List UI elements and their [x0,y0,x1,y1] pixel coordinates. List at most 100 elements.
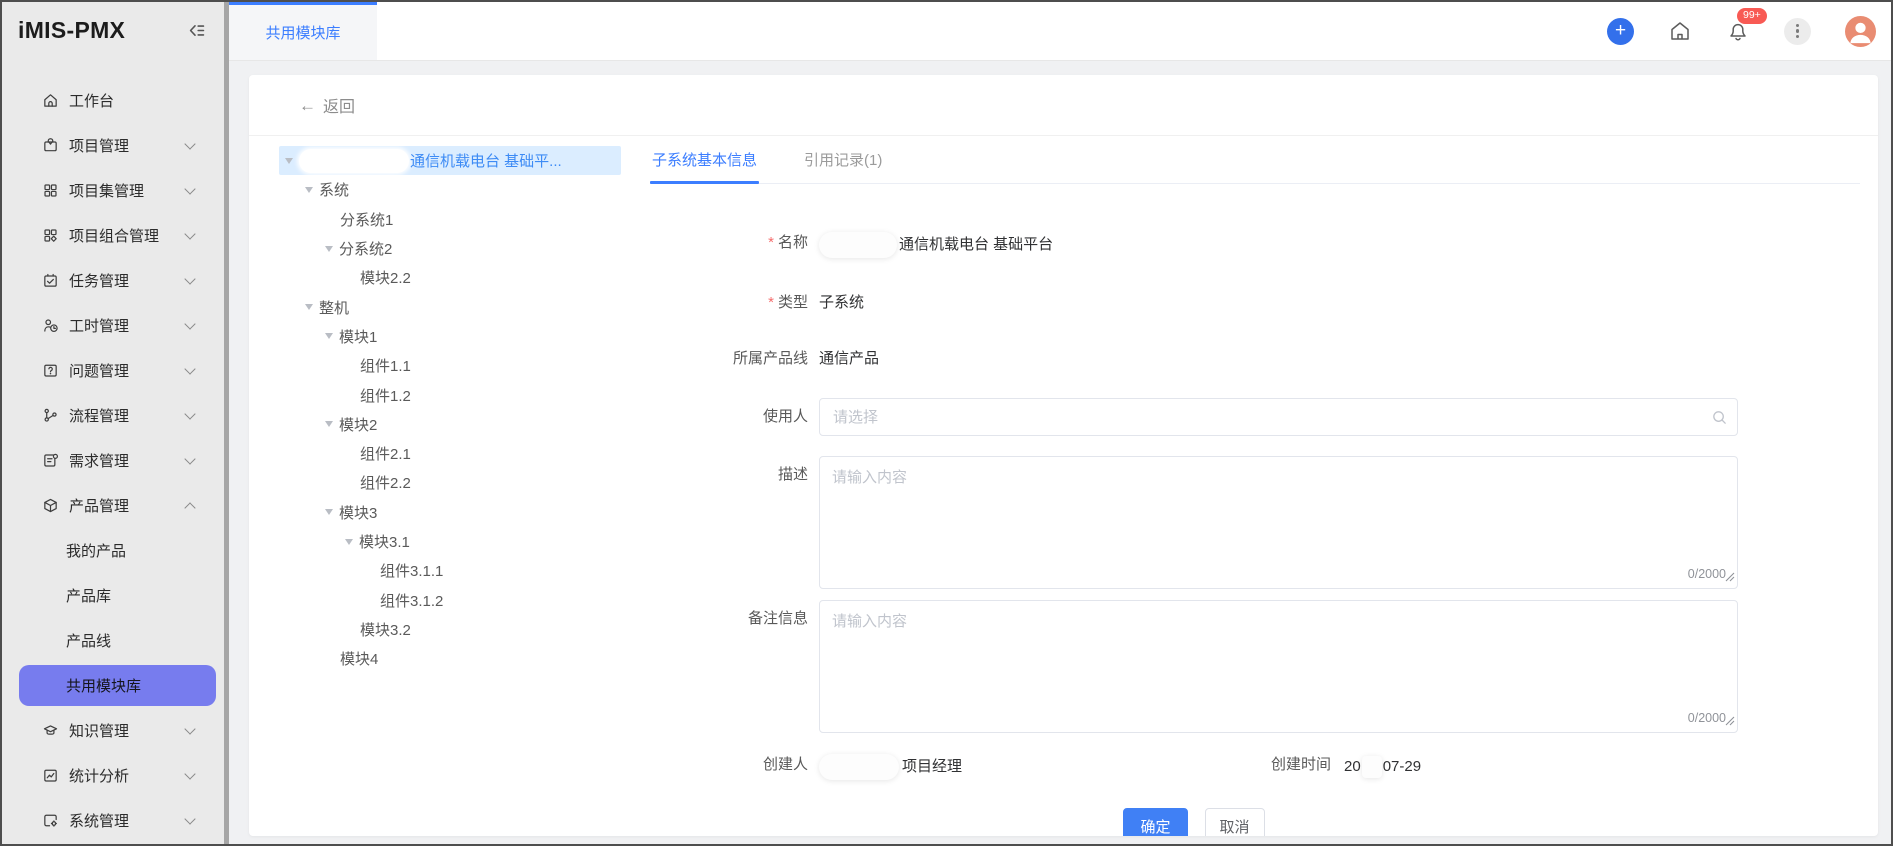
field-remark: 备注信息 0/2000 [650,600,1738,733]
caret-down-icon[interactable] [305,187,313,193]
sidebar-item-program-mgmt[interactable]: 项目集管理 [2,168,224,213]
sidebar-item-label: 产品管理 [69,495,129,516]
redaction-blur [1362,756,1382,778]
remark-field: 0/2000 [819,600,1738,733]
cancel-button[interactable]: 取消 [1205,808,1265,836]
tree-node-label: 组件1.1 [360,355,411,376]
tree-node-label: 组件2.2 [360,472,411,493]
created-time-value: 20 07-29 [1344,754,1421,780]
owner-input[interactable] [820,399,1737,435]
resize-handle-icon[interactable] [1725,569,1735,587]
tab-basic-info[interactable]: 子系统基本信息 [650,149,759,183]
home-icon[interactable] [1668,19,1692,43]
page-tab-label: 共用模块库 [265,22,340,43]
chevron-down-icon [184,183,195,194]
sidebar: iMIS-PMX 工作台项目管理项目集管理项目组合管理任务管理工时管理问题管理流… [2,2,224,844]
sidebar-collapse-icon[interactable] [187,21,206,40]
sidebar-item-label: 流程管理 [69,405,129,426]
sidebar-item-hours-mgmt[interactable]: 工时管理 [2,303,224,348]
back-button[interactable]: ← 返回 [299,93,355,117]
sidebar-subitem-my-products[interactable]: 我的产品 [2,528,224,573]
tree-node-module-3[interactable]: 模块3 [279,498,621,527]
content-area: ← 返回 通信机载电台 基础平... 系统分系统1 分系统2模块2.2整机模块1 组件… [229,61,1891,844]
caret-down-icon[interactable] [325,333,333,339]
topbar: 共用模块库 99+ [229,2,1891,61]
system-icon [42,812,60,830]
sidebar-subitem-label: 我的产品 [66,540,126,561]
app-window: iMIS-PMX 工作台项目管理项目集管理项目组合管理任务管理工时管理问题管理流… [0,0,1893,846]
sidebar-subitem-product-library[interactable]: 产品库 [2,573,224,618]
tree-node-module-4[interactable]: 模块4 [279,644,621,673]
tree-node-module-1[interactable]: 模块1 [279,322,621,351]
tree-node-label: 系统 [319,179,349,200]
sidebar-subitem-label: 产品线 [66,630,111,651]
sidebar-item-label: 工时管理 [69,315,129,336]
tree-node-label: 组件3.1.2 [380,590,443,611]
caret-down-icon[interactable] [325,246,333,252]
more-options-icon[interactable] [1784,18,1811,45]
sidebar-item-label: 项目组合管理 [69,225,159,246]
tab-shared-module-library[interactable]: 共用模块库 [229,2,377,60]
sidebar-item-system-mgmt[interactable]: 系统管理 [2,798,224,843]
caret-down-icon[interactable] [285,158,293,164]
owner-select[interactable] [819,398,1738,436]
sidebar-item-stats-analysis[interactable]: 统计分析 [2,753,224,798]
sidebar-item-portfolio-mgmt[interactable]: 项目组合管理 [2,213,224,258]
tree-node-root[interactable]: 通信机载电台 基础平... [279,146,621,175]
tree-node-label: 通信机载电台 基础平... [410,150,562,171]
sidebar-subitem-shared-module-library[interactable]: 共用模块库 [19,665,216,706]
tree-node-component-1-1[interactable]: 组件1.1 [279,351,621,380]
tree-node-module-2[interactable]: 模块2 [279,410,621,439]
caret-down-icon[interactable] [305,304,313,310]
tree-node-system[interactable]: 系统 [279,175,621,204]
sidebar-item-requirement-mgmt[interactable]: 需求管理 [2,438,224,483]
tree-node-component-3-1-1[interactable]: 组件3.1.1 [279,556,621,585]
tree-node-module-2-2[interactable]: 模块2.2 [279,263,621,292]
resize-handle-icon[interactable] [1725,713,1735,731]
confirm-button[interactable]: 确定 [1123,808,1187,836]
product-line-label: 所属产品线 [650,348,819,370]
sidebar-item-label: 项目管理 [69,135,129,156]
notifications-bell-icon[interactable]: 99+ [1726,19,1750,43]
caret-down-icon[interactable] [345,539,353,545]
sidebar-item-issue-mgmt[interactable]: 问题管理 [2,348,224,393]
tree-node-component-3-1-2[interactable]: 组件3.1.2 [279,585,621,614]
tree-node-component-2-1[interactable]: 组件2.1 [279,439,621,468]
remark-textarea[interactable] [819,600,1738,733]
requirement-icon [42,452,60,470]
sidebar-item-label: 需求管理 [69,450,129,471]
tree-node-subsystem-2[interactable]: 分系统2 [279,234,621,263]
tab-reference-records[interactable]: 引用记录(1) [802,149,884,183]
name-label: *名称 [650,232,819,258]
sidebar-item-knowledge-mgmt[interactable]: 知识管理 [2,708,224,753]
sidebar-subitem-product-line[interactable]: 产品线 [2,618,224,663]
tree-node-component-1-2[interactable]: 组件1.2 [279,380,621,409]
chevron-down-icon [184,138,195,149]
sidebar-item-product-mgmt[interactable]: 产品管理 [2,483,224,528]
chevron-down-icon [184,768,195,779]
field-type: *类型 子系统 [650,292,1738,314]
tree-node-subsystem-1[interactable]: 分系统1 [279,205,621,234]
tree-node-module-3-1[interactable]: 模块3.1 [279,527,621,556]
caret-down-icon[interactable] [325,509,333,515]
sidebar-item-project-mgmt[interactable]: 项目管理 [2,123,224,168]
product-icon [42,497,60,515]
project-icon [42,137,60,155]
tree-node-component-2-2[interactable]: 组件2.2 [279,468,621,497]
field-product-line: 所属产品线 通信产品 [650,348,1738,370]
tree-node-module-3-2[interactable]: 模块3.2 [279,615,621,644]
description-label: 描述 [650,456,819,486]
product-line-value: 通信产品 [819,348,879,370]
caret-down-icon[interactable] [325,421,333,427]
sidebar-item-workbench[interactable]: 工作台 [2,78,224,123]
sidebar-item-task-mgmt[interactable]: 任务管理 [2,258,224,303]
add-button[interactable] [1607,18,1634,45]
user-avatar[interactable] [1845,16,1876,47]
sidebar-item-process-mgmt[interactable]: 流程管理 [2,393,224,438]
chevron-down-icon [184,318,195,329]
description-textarea[interactable] [819,456,1738,589]
program-icon [42,182,60,200]
tree-node-whole-machine[interactable]: 整机 [279,292,621,321]
chevron-down-icon [184,813,195,824]
tree-node-label: 分系统1 [340,209,393,230]
